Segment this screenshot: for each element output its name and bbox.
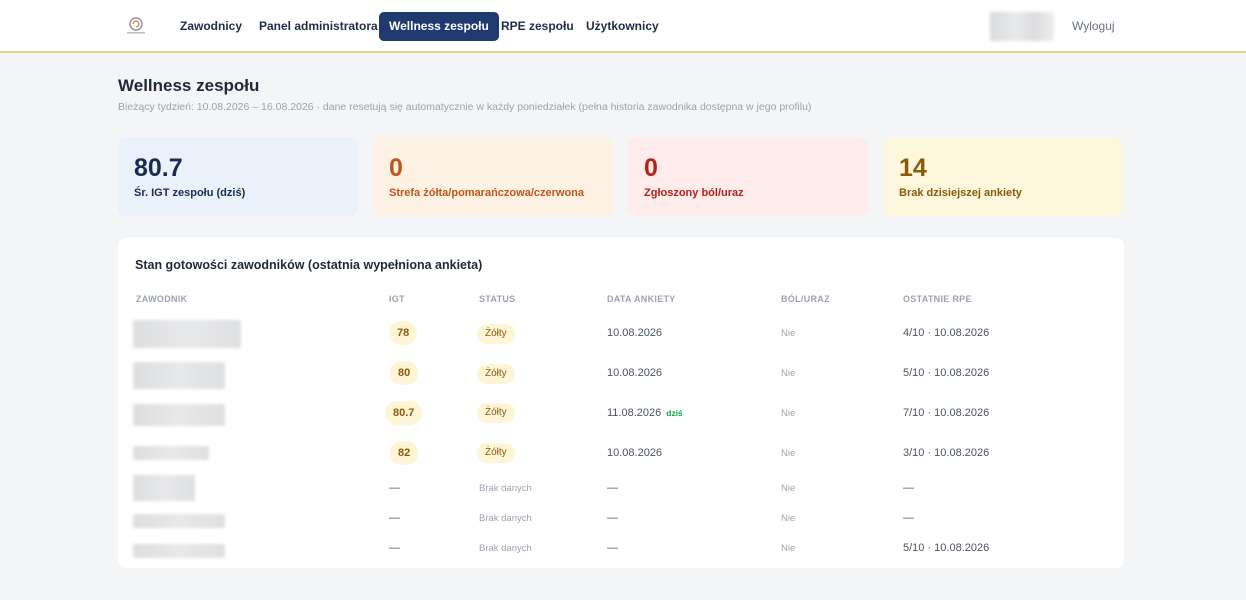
stat-card-missing-survey: 14 Brak dzisiejszej ankiety (883, 137, 1123, 216)
last-rpe: 5/10 · 10.08.2026 (903, 542, 990, 554)
survey-date: 11.08.2026 dziś (607, 407, 683, 419)
igt-badge: 78 (389, 321, 418, 345)
stat-card-pain: 0 Zgłoszony ból/uraz (628, 137, 868, 216)
column-header-ostatnie-rpe[interactable]: OSTATNIE RPE (903, 294, 972, 304)
survey-date: 10.08.2026 (607, 367, 663, 379)
stat-label: Śr. IGT zespołu (dziś) (134, 187, 246, 199)
last-rpe: 5/10 · 10.08.2026 (903, 367, 990, 379)
column-header-bol-uraz[interactable]: BÓL/URAZ (781, 294, 830, 304)
pain-status: Nie (781, 448, 796, 459)
column-header-data-ankiety[interactable]: DATA ANKIETY (607, 294, 676, 304)
status-no-data: Brak danych (479, 543, 532, 554)
logout-link[interactable]: Wyloguj (1072, 19, 1115, 33)
column-header-status[interactable]: STATUS (479, 294, 515, 304)
club-logo-icon[interactable] (124, 15, 148, 37)
last-rpe: — (903, 482, 914, 494)
status-no-data: Brak danych (479, 513, 532, 524)
survey-date: — (607, 482, 618, 494)
nav-item-panel-administratora[interactable]: Panel administratora (249, 12, 388, 41)
igt-empty: — (389, 512, 400, 524)
status-badge: Żółty (477, 364, 515, 384)
pain-status: Nie (781, 513, 796, 524)
stat-label: Zgłoszony ból/uraz (644, 187, 744, 199)
nav-item-wellness-zespolu[interactable]: Wellness zespołu (379, 12, 499, 41)
player-name-redacted[interactable] (133, 475, 195, 501)
stat-value: 0 (389, 154, 403, 182)
survey-date: — (607, 542, 618, 554)
player-name-redacted[interactable] (133, 320, 241, 348)
stat-value: 14 (899, 154, 927, 182)
stat-label: Brak dzisiejszej ankiety (899, 187, 1022, 199)
pain-status: Nie (781, 408, 796, 419)
survey-date: 10.08.2026 (607, 327, 663, 339)
page-subtitle: Bieżący tydzień: 10.08.2026 – 16.08.2026… (118, 101, 812, 113)
player-name-redacted[interactable] (133, 514, 225, 528)
survey-date-text: 11.08.2026 (607, 407, 662, 419)
igt-badge: 80 (390, 361, 419, 385)
pain-status: Nie (781, 543, 796, 554)
top-navbar: Zawodnicy Panel administratora Wellness … (0, 0, 1246, 53)
nav-item-uzytkownicy[interactable]: Użytkownicy (576, 12, 669, 41)
igt-empty: — (389, 482, 400, 494)
last-rpe: 3/10 · 10.08.2026 (903, 447, 990, 459)
stat-value: 80.7 (134, 154, 183, 182)
stat-label: Strefa żółta/pomarańczowa/czerwona (389, 187, 584, 199)
status-badge: Żółty (477, 403, 515, 423)
pain-status: Nie (781, 328, 796, 339)
player-name-redacted[interactable] (133, 544, 225, 558)
igt-badge: 82 (390, 441, 419, 465)
player-name-redacted[interactable] (133, 362, 225, 389)
pain-status: Nie (781, 368, 796, 379)
today-tag: dziś (666, 408, 683, 418)
survey-date: 10.08.2026 (607, 447, 663, 459)
status-badge: Żółty (477, 324, 515, 344)
status-no-data: Brak danych (479, 483, 532, 494)
page-title: Wellness zespołu (118, 76, 260, 95)
player-name-redacted[interactable] (133, 446, 209, 460)
stat-card-zone: 0 Strefa żółta/pomarańczowa/czerwona (373, 137, 613, 216)
column-header-igt[interactable]: IGT (389, 294, 405, 304)
nav-item-rpe-zespolu[interactable]: RPE zespołu (491, 12, 584, 41)
user-avatar[interactable] (990, 12, 1054, 41)
player-name-redacted[interactable] (133, 404, 225, 426)
last-rpe: — (903, 512, 914, 524)
last-rpe: 4/10 · 10.08.2026 (903, 327, 990, 339)
status-badge: Żółty (477, 443, 515, 463)
table-title: Stan gotowości zawodników (ostatnia wype… (135, 258, 483, 272)
last-rpe: 7/10 · 10.08.2026 (903, 407, 990, 419)
pain-status: Nie (781, 483, 796, 494)
igt-empty: — (389, 542, 400, 554)
stat-value: 0 (644, 154, 658, 182)
readiness-table-panel: Stan gotowości zawodników (ostatnia wype… (118, 238, 1124, 568)
survey-date: — (607, 512, 618, 524)
stat-card-avg-igt: 80.7 Śr. IGT zespołu (dziś) (118, 137, 358, 216)
igt-badge: 80.7 (385, 401, 423, 425)
nav-item-zawodnicy[interactable]: Zawodnicy (170, 12, 252, 41)
column-header-zawodnik[interactable]: ZAWODNIK (136, 294, 187, 304)
